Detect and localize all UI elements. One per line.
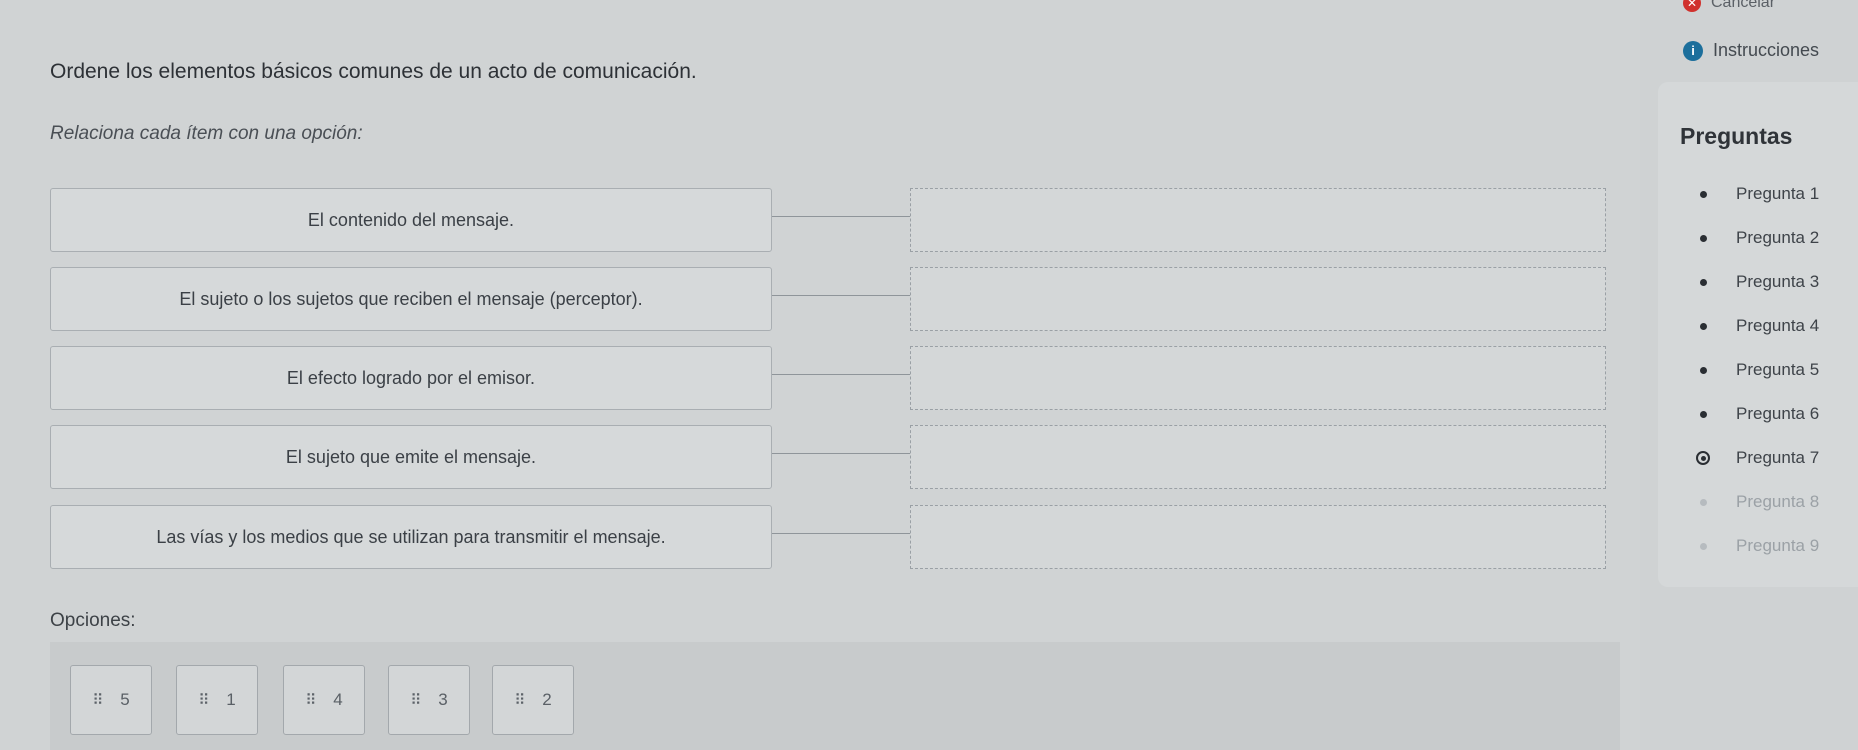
question-nav-item-current[interactable]: Pregunta 7 — [1696, 436, 1819, 480]
question-nav-label: Pregunta 2 — [1736, 228, 1820, 247]
question-nav-item[interactable]: Pregunta 2 — [1696, 216, 1819, 260]
answer-drop-zone[interactable] — [910, 346, 1606, 410]
answered-dot-icon — [1696, 407, 1710, 421]
match-item: El sujeto que emite el mensaje. — [50, 425, 772, 489]
option-chip-label: 5 — [120, 690, 130, 709]
question-nav-label: Pregunta 7 — [1736, 448, 1820, 467]
cancel-label: Cancelar — [1711, 0, 1776, 11]
current-ring-icon — [1696, 451, 1710, 465]
pending-dot-icon — [1696, 539, 1710, 553]
pending-dot-icon — [1696, 495, 1710, 509]
question-nav-label: Pregunta 3 — [1736, 272, 1820, 291]
exercise-instruction: Relaciona cada ítem con una opción: — [50, 123, 363, 144]
answer-drop-zone[interactable] — [910, 505, 1606, 569]
match-item: El contenido del mensaje. — [50, 188, 772, 252]
match-row: Las vías y los medios que se utilizan pa… — [50, 505, 1620, 571]
option-chip[interactable]: ⠿ 5 — [70, 665, 152, 735]
question-nav-label: Pregunta 1 — [1736, 184, 1820, 203]
match-row: El contenido del mensaje. — [50, 188, 1620, 254]
question-nav-item[interactable]: Pregunta 5 — [1696, 348, 1819, 392]
answer-drop-zone[interactable] — [910, 267, 1606, 331]
answer-drop-zone[interactable] — [910, 188, 1606, 252]
question-nav-label: Pregunta 6 — [1736, 404, 1820, 423]
question-nav-item[interactable]: Pregunta 3 — [1696, 260, 1819, 304]
option-chip-label: 3 — [438, 690, 448, 709]
answered-dot-icon — [1696, 275, 1710, 289]
close-icon[interactable]: ✕ — [1683, 0, 1701, 12]
match-item: Las vías y los medios que se utilizan pa… — [50, 505, 772, 569]
answered-dot-icon — [1696, 231, 1710, 245]
exercise-title: Ordene los elementos básicos comunes de … — [50, 60, 697, 83]
instructions-label: Instrucciones — [1713, 40, 1820, 60]
match-item-text: El contenido del mensaje. — [307, 209, 515, 230]
cancel-button[interactable]: ✕ Cancelar — [1683, 0, 1775, 12]
answered-dot-icon — [1696, 363, 1710, 377]
match-item-text: El sujeto que emite el mensaje. — [285, 446, 537, 467]
question-nav-item[interactable]: Pregunta 4 — [1696, 304, 1819, 348]
match-item: El efecto logrado por el emisor. — [50, 346, 772, 410]
option-chip[interactable]: ⠿ 2 — [492, 665, 574, 735]
drag-handle-icon[interactable]: ⠿ — [92, 691, 104, 709]
option-chip[interactable]: ⠿ 1 — [176, 665, 258, 735]
question-nav-label: Pregunta 8 — [1736, 492, 1820, 511]
match-row: El sujeto que emite el mensaje. — [50, 425, 1620, 491]
question-nav-list: Pregunta 1 Pregunta 2 Pregunta 3 Pregunt… — [1696, 172, 1819, 568]
drag-handle-icon[interactable]: ⠿ — [514, 691, 526, 709]
option-chip-label: 1 — [226, 690, 236, 709]
option-chip[interactable]: ⠿ 4 — [283, 665, 365, 735]
match-item: El sujeto o los sujetos que reciben el m… — [50, 267, 772, 331]
answer-drop-zone[interactable] — [910, 425, 1606, 489]
instructions-button[interactable]: i Instrucciones — [1683, 40, 1819, 61]
match-item-text: El efecto logrado por el emisor. — [286, 367, 536, 388]
questions-panel-title: Preguntas — [1680, 123, 1793, 149]
option-chip-label: 2 — [542, 690, 552, 709]
drag-handle-icon[interactable]: ⠿ — [198, 691, 210, 709]
match-row: El efecto logrado por el emisor. — [50, 346, 1620, 412]
option-chip[interactable]: ⠿ 3 — [388, 665, 470, 735]
answered-dot-icon — [1696, 187, 1710, 201]
drag-handle-icon[interactable]: ⠿ — [410, 691, 422, 709]
info-icon[interactable]: i — [1683, 40, 1703, 61]
match-item-text: El sujeto o los sujetos que reciben el m… — [179, 288, 643, 309]
question-nav-label: Pregunta 5 — [1736, 360, 1820, 379]
question-nav-label: Pregunta 4 — [1736, 316, 1820, 335]
question-nav-label: Pregunta 9 — [1736, 536, 1820, 555]
question-nav-item[interactable]: Pregunta 9 — [1696, 524, 1819, 568]
question-nav-item[interactable]: Pregunta 8 — [1696, 480, 1819, 524]
match-row: El sujeto o los sujetos que reciben el m… — [50, 267, 1620, 333]
drag-handle-icon[interactable]: ⠿ — [305, 691, 317, 709]
option-chip-label: 4 — [333, 690, 343, 709]
question-nav-item[interactable]: Pregunta 1 — [1696, 172, 1819, 216]
answered-dot-icon — [1696, 319, 1710, 333]
question-nav-item[interactable]: Pregunta 6 — [1696, 392, 1819, 436]
options-label: Opciones: — [50, 610, 136, 631]
match-item-text: Las vías y los medios que se utilizan pa… — [156, 526, 666, 547]
